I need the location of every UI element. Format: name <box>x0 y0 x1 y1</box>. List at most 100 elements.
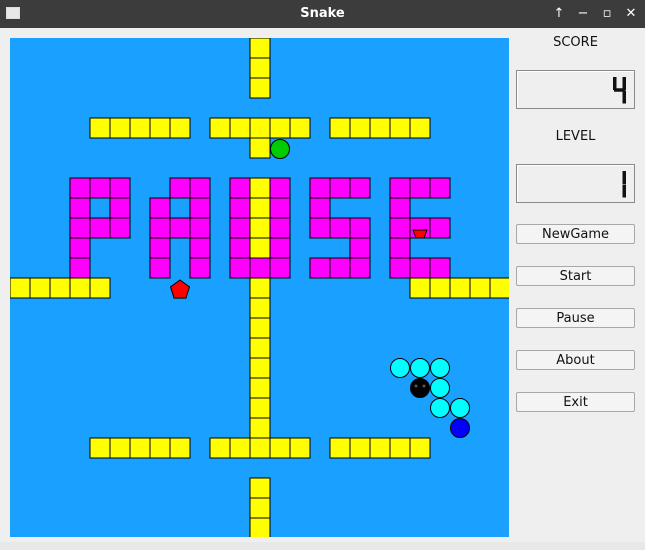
title-bar: Snake ↑ − ▫ ✕ <box>0 0 645 28</box>
pause-letter-block <box>309 197 331 219</box>
pause-button[interactable]: Pause <box>516 308 635 328</box>
pause-letter-block <box>389 237 411 259</box>
wall-block <box>289 117 311 139</box>
game-board[interactable] <box>10 38 509 537</box>
pause-letter-block <box>149 217 171 239</box>
wall-block <box>289 437 311 459</box>
pause-letter-block <box>269 237 291 259</box>
level-label: LEVEL <box>555 129 596 144</box>
wall-block <box>269 117 291 139</box>
pause-letter-block <box>169 217 191 239</box>
wall-block <box>249 57 271 79</box>
wall-block <box>89 117 111 139</box>
bottom-edge <box>0 542 645 550</box>
pause-letter-block <box>169 177 191 199</box>
pause-letter-block <box>429 177 451 199</box>
pause-letter-block <box>349 257 371 279</box>
pause-letter-block <box>229 197 251 219</box>
wall-block <box>409 117 431 139</box>
snake-head <box>410 378 430 398</box>
wall-block <box>169 117 191 139</box>
pause-letter-block <box>329 217 351 239</box>
level-digits <box>622 171 626 198</box>
wall-block <box>10 277 31 299</box>
wall-block <box>369 437 391 459</box>
wall-block <box>249 417 271 439</box>
wall-block <box>249 77 271 99</box>
wall-block <box>249 237 271 259</box>
red-bonus-partial <box>412 229 428 239</box>
lcd-segment <box>622 77 626 90</box>
pause-letter-block <box>269 217 291 239</box>
pause-letter-block <box>189 177 211 199</box>
pause-letter-block <box>429 257 451 279</box>
snake-body-segment <box>410 358 430 378</box>
wall-block <box>29 277 51 299</box>
pause-letter-block <box>109 177 131 199</box>
wall-block <box>109 117 131 139</box>
minimize-icon[interactable]: − <box>574 5 592 23</box>
wall-block <box>209 437 231 459</box>
wall-block <box>249 38 271 59</box>
close-icon[interactable]: ✕ <box>622 5 640 23</box>
pause-letter-block <box>409 177 431 199</box>
pause-letter-block <box>149 237 171 259</box>
score-display <box>516 70 635 109</box>
level-display <box>516 164 635 203</box>
lcd-segment <box>622 90 626 104</box>
pause-letter-block <box>329 177 351 199</box>
green-food <box>270 139 290 159</box>
wall-block <box>249 277 271 299</box>
pause-letter-block <box>269 197 291 219</box>
wall-block <box>329 437 351 459</box>
pause-letter-block <box>189 257 211 279</box>
pause-letter-block <box>109 197 131 219</box>
pause-letter-block <box>149 197 171 219</box>
lcd-segment <box>613 77 617 90</box>
new-game-button[interactable]: NewGame <box>516 224 635 244</box>
pause-letter-block <box>69 237 91 259</box>
snake-body-segment <box>390 358 410 378</box>
pause-letter-block <box>109 217 131 239</box>
wall-block <box>329 117 351 139</box>
start-button[interactable]: Start <box>516 266 635 286</box>
wall-block <box>89 277 111 299</box>
wall-block <box>349 117 371 139</box>
pause-letter-block <box>229 217 251 239</box>
about-button[interactable]: About <box>516 350 635 370</box>
wall-block <box>249 297 271 319</box>
pause-letter-block <box>389 257 411 279</box>
lcd-segment <box>622 184 626 198</box>
wall-block <box>409 437 431 459</box>
wall-block <box>249 517 271 537</box>
pause-letter-block <box>189 237 211 259</box>
wall-block <box>389 117 411 139</box>
pause-letter-block <box>349 217 371 239</box>
maximize-icon[interactable]: ▫ <box>598 5 616 23</box>
pause-letter-block <box>149 257 171 279</box>
pause-letter-block <box>89 177 111 199</box>
snake-body-segment <box>430 358 450 378</box>
snake-eye <box>422 384 426 388</box>
exit-button[interactable]: Exit <box>516 392 635 412</box>
wall-block <box>409 277 431 299</box>
wall-block <box>249 217 271 239</box>
wall-block <box>249 317 271 339</box>
pause-letter-block <box>189 217 211 239</box>
pause-letter-block <box>229 177 251 199</box>
wall-block <box>249 357 271 379</box>
pause-letter-block <box>309 217 331 239</box>
wall-block <box>449 277 471 299</box>
wall-block <box>229 117 251 139</box>
pause-letter-block <box>229 257 251 279</box>
keep-above-icon[interactable]: ↑ <box>550 5 568 23</box>
wall-block <box>249 177 271 199</box>
score-digits <box>613 77 626 104</box>
wall-block <box>249 137 271 159</box>
wall-block <box>249 377 271 399</box>
wall-block <box>49 277 71 299</box>
wall-block <box>249 397 271 419</box>
pause-letter-block <box>189 197 211 219</box>
pause-letter-block <box>269 177 291 199</box>
pause-letter-block <box>389 197 411 219</box>
